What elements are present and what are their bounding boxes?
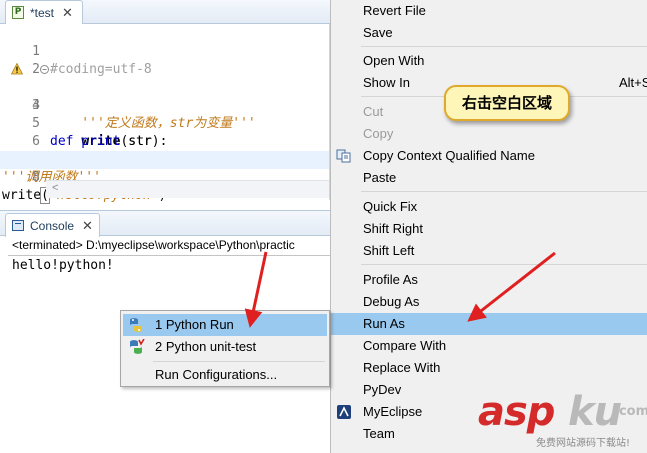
console-status: <terminated> D:\myeclipse\workspace\Pyth… bbox=[12, 238, 295, 252]
watermark-brand-asp: asp bbox=[478, 389, 555, 435]
menu-item-label: Team bbox=[363, 426, 395, 441]
menu-separator bbox=[361, 46, 647, 47]
editor-tab-test[interactable]: P *test ✕ bbox=[5, 0, 83, 24]
menu-item-label: Shift Left bbox=[363, 243, 415, 258]
warning-icon[interactable] bbox=[11, 63, 23, 75]
python-unittest-icon bbox=[130, 339, 145, 354]
menu-item-label: Quick Fix bbox=[363, 199, 418, 214]
menu-item-compare-with[interactable]: Compare With bbox=[331, 335, 647, 357]
menu-item-label: Paste bbox=[363, 170, 397, 185]
menu-item-revert-file[interactable]: Revert File bbox=[331, 0, 647, 22]
code-line: 7 '''调用函数''' bbox=[0, 133, 329, 185]
menu-item-label: Save bbox=[363, 25, 393, 40]
python-run-icon bbox=[130, 318, 142, 332]
code-editor[interactable]: P *test ✕ 1 #coding=utf-8 2 3 − def writ… bbox=[0, 0, 330, 204]
divider bbox=[8, 255, 330, 256]
menu-item-label: Profile As bbox=[363, 272, 418, 287]
current-code-line: 8 write('hello!python') bbox=[0, 151, 329, 204]
editor-tab-label: *test bbox=[30, 5, 55, 20]
submenu-item-run-configurations[interactable]: Run Configurations... bbox=[123, 364, 327, 386]
menu-separator bbox=[361, 264, 647, 265]
menu-item-label: Run As bbox=[363, 316, 405, 331]
line-number: 8 bbox=[32, 170, 40, 185]
watermark-tagline: 免费网站源码下载站! bbox=[536, 438, 631, 449]
menu-item-open-with[interactable]: Open With bbox=[331, 50, 647, 72]
menu-item-debug-as[interactable]: Debug As bbox=[331, 291, 647, 313]
menu-item-shift-right[interactable]: Shift Right bbox=[331, 218, 647, 240]
menu-item-label: PyDev bbox=[363, 382, 402, 397]
menu-item-label: Show In bbox=[363, 75, 410, 90]
menu-item-label: Open With bbox=[363, 53, 425, 68]
horizontal-scrollbar[interactable]: < bbox=[46, 180, 329, 198]
menu-separator bbox=[361, 191, 647, 192]
console-output: hello!python! bbox=[12, 258, 114, 273]
menu-item-copy: Copy bbox=[331, 123, 647, 145]
code-line: 1 #coding=utf-8 bbox=[0, 25, 329, 77]
menu-item-label: Copy Context Qualified Name bbox=[363, 148, 535, 163]
code-line: 2 bbox=[0, 43, 329, 77]
menu-item-label: Copy bbox=[363, 126, 394, 141]
code-line: 6 bbox=[0, 115, 329, 149]
run-as-submenu: 1 Python Run 2 Python unit-test Run Conf… bbox=[120, 310, 330, 387]
watermark-logo: asp ku .com 免费网站源码下载站! bbox=[478, 390, 647, 453]
console-icon bbox=[12, 220, 24, 231]
console-tab[interactable]: Console ✕ bbox=[5, 213, 100, 237]
menu-item-run-as[interactable]: Run As bbox=[331, 313, 647, 335]
editor-tab-bar: P *test ✕ bbox=[0, 0, 330, 24]
code-line: 4 '''定义函数，str为变量''' bbox=[0, 79, 329, 131]
close-icon[interactable]: ✕ bbox=[82, 218, 93, 234]
submenu-item-python-run[interactable]: 1 Python Run bbox=[123, 314, 327, 336]
menu-item-profile-as[interactable]: Profile As bbox=[331, 269, 647, 291]
menu-item-replace-with[interactable]: Replace With bbox=[331, 357, 647, 379]
menu-item-paste[interactable]: Paste bbox=[331, 167, 647, 189]
copy-context-icon bbox=[336, 149, 351, 163]
menu-item-label: Replace With bbox=[363, 360, 441, 375]
submenu-item-label: 2 Python unit-test bbox=[155, 339, 257, 354]
console-tab-label: Console bbox=[30, 218, 75, 233]
menu-shortcut: Alt+S bbox=[619, 75, 647, 90]
myeclipse-icon bbox=[337, 405, 351, 419]
scroll-left-icon[interactable]: < bbox=[52, 182, 58, 194]
context-menu: Revert File Save Open With Show In Alt+S … bbox=[330, 0, 647, 453]
console-tab-bar: Console ✕ bbox=[0, 210, 330, 237]
code-area[interactable]: 1 #coding=utf-8 2 3 − def write(str): 4 … bbox=[0, 25, 329, 204]
fold-collapse-icon[interactable]: − bbox=[40, 65, 49, 74]
menu-item-label: Compare With bbox=[363, 338, 447, 353]
menu-item-label: Revert File bbox=[363, 3, 426, 18]
python-file-icon: P bbox=[12, 6, 24, 19]
menu-separator bbox=[153, 361, 325, 362]
submenu-item-python-unit-test[interactable]: 2 Python unit-test bbox=[123, 336, 327, 358]
annotation-callout: 右击空白区域 bbox=[444, 85, 570, 121]
menu-item-save[interactable]: Save bbox=[331, 22, 647, 44]
watermark-brand-com: .com bbox=[614, 404, 647, 419]
code-line: 5 print str bbox=[0, 97, 329, 149]
code-line: 3 − def write(str): bbox=[0, 61, 329, 149]
menu-item-shift-left[interactable]: Shift Left bbox=[331, 240, 647, 262]
submenu-item-label: Run Configurations... bbox=[155, 367, 278, 382]
menu-item-label: MyEclipse bbox=[363, 404, 423, 419]
menu-item-label: Debug As bbox=[363, 294, 420, 309]
function-call: write bbox=[2, 188, 42, 203]
menu-item-quick-fix[interactable]: Quick Fix bbox=[331, 196, 647, 218]
submenu-item-label: 1 Python Run bbox=[155, 317, 234, 332]
menu-item-label: Shift Right bbox=[363, 221, 423, 236]
menu-item-label: Cut bbox=[363, 104, 384, 119]
close-icon[interactable]: ✕ bbox=[62, 5, 73, 21]
menu-item-copy-context-qualified-name[interactable]: Copy Context Qualified Name bbox=[331, 145, 647, 167]
